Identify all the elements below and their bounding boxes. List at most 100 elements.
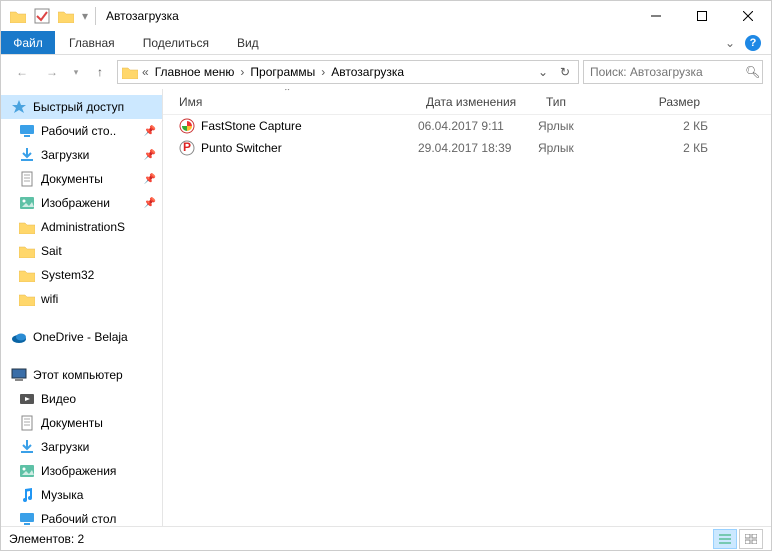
folder-icon[interactable]: [7, 5, 29, 27]
status-text: Элементов: 2: [9, 532, 84, 546]
view-icons-button[interactable]: [739, 529, 763, 549]
sidebar-item[interactable]: Документы: [1, 411, 162, 435]
content-pane: ⌃ Имя Дата изменения Тип Размер FastSton…: [163, 89, 771, 526]
file-icon: [179, 140, 195, 156]
sidebar-item-label: Рабочий стол: [41, 512, 116, 526]
sidebar-item[interactable]: Sait: [1, 239, 162, 263]
view-details-button[interactable]: [713, 529, 737, 549]
sidebar-onedrive[interactable]: OneDrive - Belaja: [1, 325, 162, 349]
search-icon[interactable]: 🔍︎: [745, 65, 760, 79]
crumb-root-sep[interactable]: «: [140, 65, 151, 79]
column-type[interactable]: Тип: [538, 95, 638, 109]
forward-button[interactable]: →: [39, 59, 65, 85]
search-box[interactable]: 🔍︎: [583, 60, 763, 84]
folder-icon: [19, 267, 35, 283]
up-button[interactable]: ↑: [87, 59, 113, 85]
crumb-sep-icon[interactable]: ›: [319, 65, 327, 79]
crumb-sep-icon[interactable]: ›: [238, 65, 246, 79]
pin-icon: 📌: [144, 174, 156, 185]
file-icon: [179, 118, 195, 134]
folder-icon: [19, 219, 35, 235]
address-bar[interactable]: « Главное меню › Программы › Автозагрузк…: [117, 60, 579, 84]
file-row[interactable]: Punto Switcher29.04.2017 18:39Ярлык2 КБ: [163, 137, 771, 159]
sidebar-item-label: Загрузки: [41, 440, 89, 454]
ribbon-tab-share[interactable]: Поделиться: [129, 31, 223, 54]
close-button[interactable]: [725, 1, 771, 31]
ribbon-file-tab[interactable]: Файл: [1, 31, 55, 54]
separator: [95, 7, 96, 25]
ribbon-tab-home[interactable]: Главная: [55, 31, 129, 54]
sidebar-item-label: System32: [41, 268, 94, 282]
sidebar-quick-access[interactable]: Быстрый доступ: [1, 95, 162, 119]
window-title: Автозагрузка: [106, 9, 179, 23]
sidebar-item-label: Документы: [41, 172, 103, 186]
documents-icon: [19, 415, 35, 431]
star-icon: [11, 99, 27, 115]
sidebar-label: Быстрый доступ: [33, 100, 124, 114]
sidebar-item[interactable]: AdministrationS: [1, 215, 162, 239]
sidebar-item[interactable]: Загрузки: [1, 435, 162, 459]
pictures-icon: [19, 195, 35, 211]
sidebar-item-label: Видео: [41, 392, 76, 406]
crumb-2[interactable]: Автозагрузка: [327, 61, 408, 83]
file-type: Ярлык: [538, 141, 638, 155]
file-name: FastStone Capture: [201, 119, 302, 133]
sidebar-item[interactable]: Рабочий стол: [1, 507, 162, 526]
sidebar-item[interactable]: Изображения: [1, 459, 162, 483]
file-size: 2 КБ: [638, 119, 708, 133]
sidebar-item[interactable]: System32: [1, 263, 162, 287]
sidebar-item-label: Изображения: [41, 464, 116, 478]
pin-icon: 📌: [144, 126, 156, 137]
sidebar-item-label: AdministrationS: [41, 220, 125, 234]
column-size[interactable]: Размер: [638, 95, 708, 109]
crumb-1[interactable]: Программы: [246, 61, 319, 83]
ribbon-tab-view[interactable]: Вид: [223, 31, 273, 54]
qat-dropdown-icon[interactable]: ▾: [79, 5, 91, 27]
crumb-0[interactable]: Главное меню: [151, 61, 239, 83]
video-icon: [19, 391, 35, 407]
address-folder-icon: [120, 66, 140, 79]
file-name: Punto Switcher: [201, 141, 282, 155]
pictures-icon: [19, 463, 35, 479]
sidebar-item[interactable]: Изображени📌: [1, 191, 162, 215]
ribbon: Файл Главная Поделиться Вид ⌄ ?: [1, 31, 771, 55]
sidebar-item-label: Sait: [41, 244, 62, 258]
sidebar-this-pc[interactable]: Этот компьютер: [1, 363, 162, 387]
minimize-button[interactable]: [633, 1, 679, 31]
file-list[interactable]: FastStone Capture 06.04.2017 9:11Ярлык2 К…: [163, 115, 771, 526]
sidebar-label: Этот компьютер: [33, 368, 123, 382]
refresh-button[interactable]: ↻: [554, 61, 576, 83]
sidebar[interactable]: Быстрый доступ Рабочий сто..📌Загрузки📌До…: [1, 89, 163, 526]
maximize-button[interactable]: [679, 1, 725, 31]
recent-dropdown[interactable]: ▾: [69, 59, 83, 85]
desktop-icon: [19, 123, 35, 139]
sidebar-item-label: Музыка: [41, 488, 83, 502]
desktop-icon: [19, 511, 35, 526]
column-headers: ⌃ Имя Дата изменения Тип Размер: [163, 89, 771, 115]
downloads-icon: [19, 147, 35, 163]
file-row[interactable]: FastStone Capture06.04.2017 9:11Ярлык2 К…: [163, 115, 771, 137]
sidebar-item[interactable]: Загрузки📌: [1, 143, 162, 167]
music-icon: [19, 487, 35, 503]
pin-icon: 📌: [144, 198, 156, 209]
ribbon-expand-icon[interactable]: ⌄: [725, 36, 735, 50]
pc-icon: [11, 367, 27, 383]
sidebar-item[interactable]: Документы 📌: [1, 167, 162, 191]
sidebar-item[interactable]: wifi: [1, 287, 162, 311]
sidebar-item[interactable]: Рабочий сто..📌: [1, 119, 162, 143]
address-dropdown-icon[interactable]: ⌄: [532, 61, 554, 83]
sidebar-item[interactable]: Видео: [1, 387, 162, 411]
help-icon[interactable]: ?: [745, 35, 761, 51]
sidebar-item-label: Документы: [41, 416, 103, 430]
file-size: 2 КБ: [638, 141, 708, 155]
qat-properties-icon[interactable]: [31, 5, 53, 27]
qat-folder-icon[interactable]: [55, 5, 77, 27]
file-date: 06.04.2017 9:11: [418, 119, 538, 133]
sidebar-item[interactable]: Музыка: [1, 483, 162, 507]
column-date[interactable]: Дата изменения: [418, 95, 538, 109]
search-input[interactable]: [590, 65, 745, 79]
back-button[interactable]: ←: [9, 59, 35, 85]
sidebar-item-label: wifi: [41, 292, 58, 306]
sort-indicator-icon: ⌃: [283, 89, 291, 98]
sidebar-item-label: Загрузки: [41, 148, 89, 162]
